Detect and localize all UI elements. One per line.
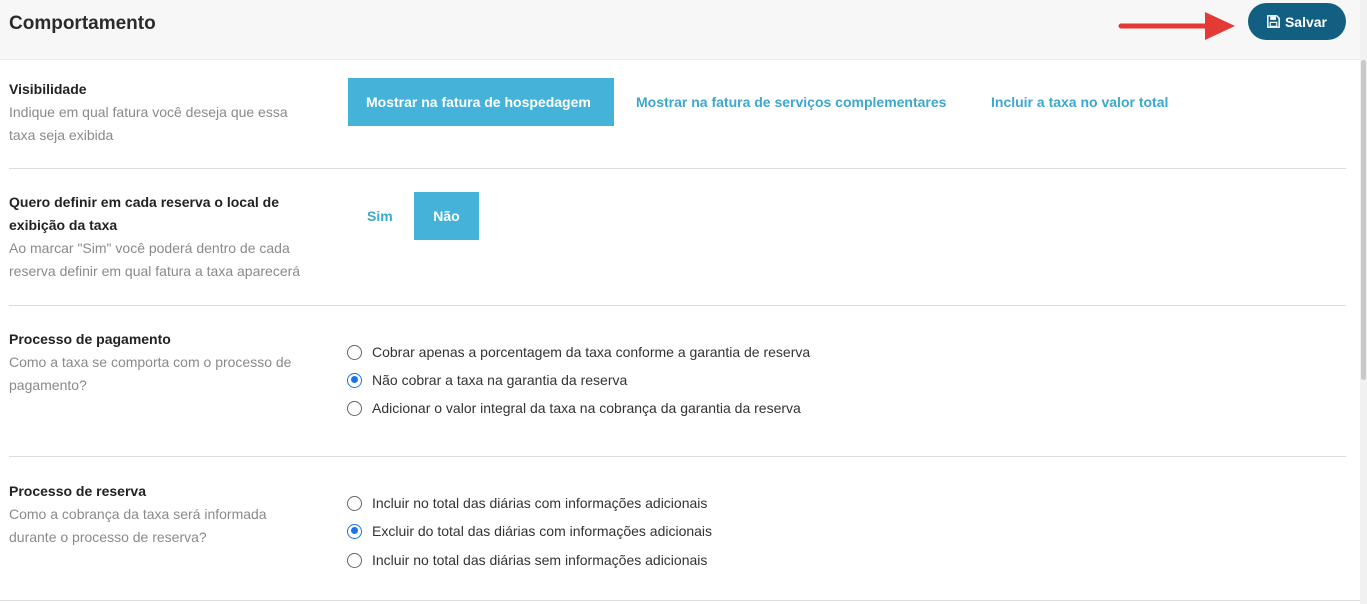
radio-button[interactable]: [347, 495, 362, 511]
radio-button[interactable]: [347, 552, 362, 568]
visibility-title: Visibilidade: [9, 81, 87, 97]
payment-process-desc-line2: pagamento?: [9, 376, 87, 393]
divider: [9, 168, 1346, 169]
define-local-section: Quero definir em cada reserva o local de…: [9, 191, 1346, 286]
booking-process-section: Processo de reserva Como a cobrança da t…: [9, 480, 1346, 580]
visibility-desc-line2: taxa seja exibida: [9, 126, 114, 143]
save-button[interactable]: Salvar: [1248, 3, 1346, 40]
divider: [0, 600, 1360, 601]
section-title: Comportamento: [9, 13, 156, 34]
divider: [9, 305, 1346, 306]
visibility-label: Visibilidade Indique em qual fatura você…: [9, 78, 329, 146]
visibility-desc-line1: Indique em qual fatura você deseja que e…: [9, 104, 288, 120]
radio-button[interactable]: [347, 400, 362, 416]
define-local-desc-line2: reserva definir em qual fatura a taxa ap…: [9, 262, 301, 279]
define-local-title-line1: Quero definir em cada reserva o local de: [9, 194, 279, 210]
save-icon: [1267, 15, 1280, 28]
radio-label: Incluir no total das diárias sem informa…: [372, 552, 708, 568]
option-show-lodging-invoice[interactable]: Mostrar na fatura de hospedagem: [348, 78, 614, 126]
save-button-label: Salvar: [1284, 13, 1328, 30]
divider: [9, 456, 1346, 457]
payment-process-label: Processo de pagamento Como a taxa se com…: [9, 328, 329, 396]
booking-process-desc-line1: Como a cobrança da taxa será informada: [9, 506, 267, 522]
option-include-in-total[interactable]: Incluir a taxa no valor total: [973, 78, 1186, 126]
visibility-section: Visibilidade Indique em qual fatura você…: [9, 78, 1346, 148]
booking-option-exclude-with-info[interactable]: Excluir do total das diárias com informa…: [347, 520, 712, 542]
annotation-arrow-icon: [1118, 12, 1235, 40]
radio-button[interactable]: [347, 372, 362, 388]
scrollbar-thumb[interactable]: [1361, 60, 1366, 380]
payment-option-no-charge[interactable]: Não cobrar a taxa na garantia da reserva: [347, 369, 627, 391]
booking-option-include-with-info[interactable]: Incluir no total das diárias com informa…: [347, 492, 707, 514]
radio-label: Incluir no total das diárias com informa…: [372, 495, 708, 511]
booking-process-title: Processo de reserva: [9, 483, 146, 499]
booking-process-label: Processo de reserva Como a cobrança da t…: [9, 480, 329, 548]
radio-button[interactable]: [347, 523, 362, 539]
booking-option-include-without-info[interactable]: Incluir no total das diárias sem informa…: [347, 549, 707, 571]
booking-process-desc-line2: durante o processo de reserva?: [9, 528, 207, 545]
radio-label: Não cobrar a taxa na garantia da reserva: [372, 372, 628, 388]
option-yes[interactable]: Sim: [349, 192, 411, 240]
radio-label: Excluir do total das diárias com informa…: [372, 523, 713, 539]
radio-label: Cobrar apenas a porcentagem da taxa conf…: [372, 344, 811, 360]
define-local-title-line2: exibição da taxa: [9, 217, 118, 233]
option-no[interactable]: Não: [414, 192, 479, 240]
define-local-label: Quero definir em cada reserva o local de…: [9, 191, 339, 282]
radio-button[interactable]: [347, 344, 362, 360]
option-show-services-invoice[interactable]: Mostrar na fatura de serviços complement…: [618, 78, 964, 126]
define-local-desc-line1: Ao marcar "Sim" você poderá dentro de ca…: [9, 240, 290, 256]
radio-label: Adicionar o valor integral da taxa na co…: [372, 400, 801, 416]
payment-option-percentage[interactable]: Cobrar apenas a porcentagem da taxa conf…: [347, 341, 810, 363]
payment-process-title: Processo de pagamento: [9, 331, 171, 347]
payment-process-desc-line1: Como a taxa se comporta com o processo d…: [9, 354, 292, 370]
payment-option-full-amount[interactable]: Adicionar o valor integral da taxa na co…: [347, 397, 801, 419]
payment-process-section: Processo de pagamento Como a taxa se com…: [9, 328, 1346, 428]
